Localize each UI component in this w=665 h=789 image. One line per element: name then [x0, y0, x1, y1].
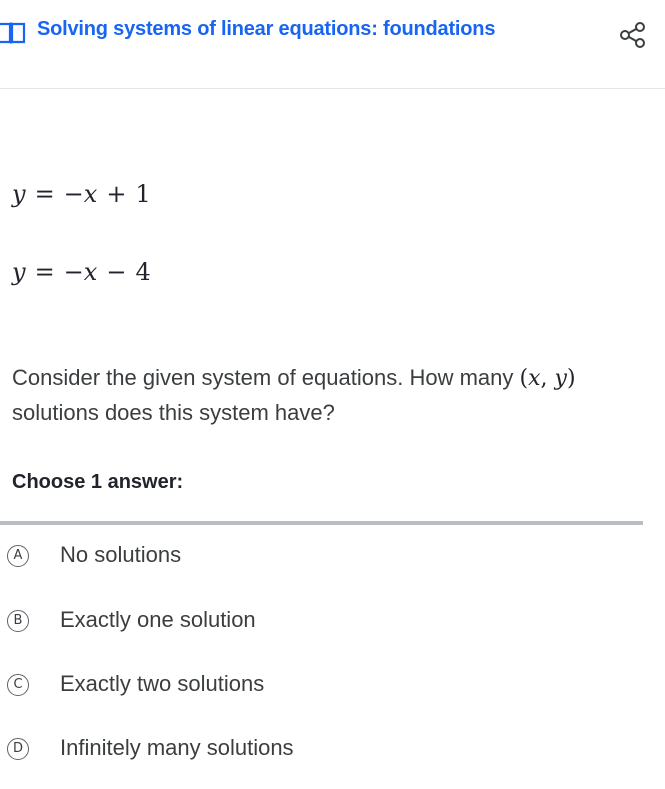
- question-text: Consider the given system of equations. …: [12, 365, 576, 425]
- choice-label: Infinitely many solutions: [60, 735, 294, 760]
- share-icon[interactable]: [618, 20, 648, 50]
- choice-letter-badge: C: [7, 674, 29, 696]
- choose-instructions: Choose 1 answer:: [12, 471, 184, 493]
- divider: [0, 521, 643, 525]
- book-icon: [0, 22, 26, 44]
- choice-label: No solutions: [60, 542, 182, 567]
- choice-label: Exactly one solution: [60, 607, 256, 632]
- exercise-header: Solving systems of linear equations: fou…: [0, 0, 665, 89]
- choice-letter-badge: D: [7, 738, 29, 760]
- choice-b[interactable]: B Exactly one solution: [0, 597, 640, 643]
- equation-1: y = −x +1: [12, 180, 151, 208]
- choice-letter-badge: B: [7, 610, 29, 632]
- choice-label: Exactly two solutions: [60, 671, 265, 696]
- choice-d[interactable]: D Infinitely many solutions: [0, 725, 640, 771]
- choice-a[interactable]: A No solutions: [0, 532, 640, 578]
- ordered-pair: (x, y): [519, 366, 576, 391]
- equation-2: y = −x −4: [12, 258, 151, 286]
- exercise-title[interactable]: Solving systems of linear equations: fou…: [37, 18, 495, 41]
- choice-letter-badge: A: [7, 545, 29, 567]
- choice-c[interactable]: C Exactly two solutions: [0, 661, 640, 707]
